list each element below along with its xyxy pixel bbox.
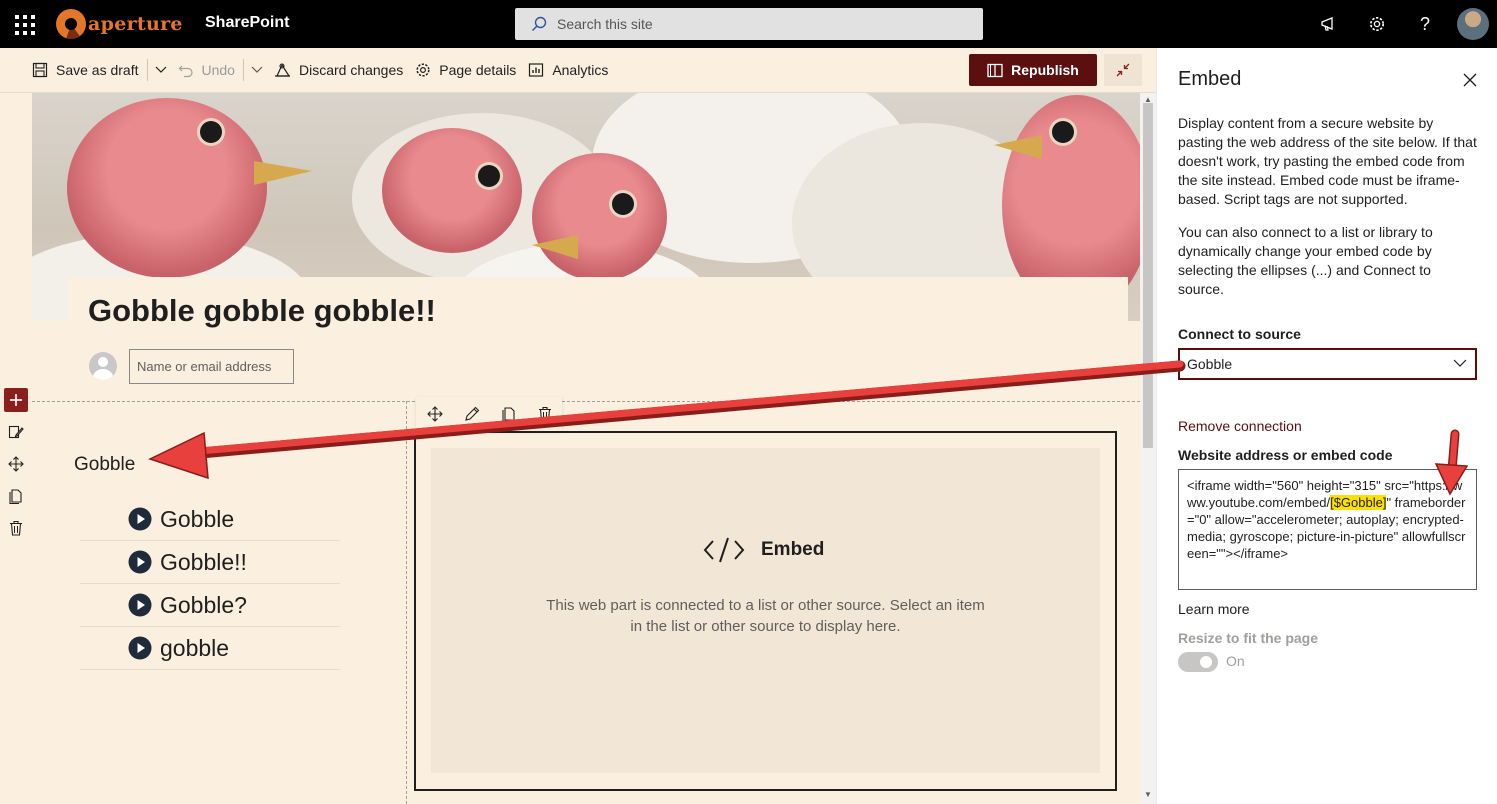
- play-icon: [128, 636, 152, 660]
- gear-icon[interactable]: [1365, 12, 1389, 36]
- copy-icon: [9, 489, 22, 504]
- list-item-label: Gobble: [160, 505, 235, 532]
- scroll-thumb[interactable]: [1143, 103, 1153, 448]
- learn-more-link[interactable]: Learn more: [1178, 601, 1250, 617]
- list-webpart-title: Gobble: [74, 454, 136, 475]
- divider: [146, 59, 148, 81]
- connect-source-value: Gobble: [1187, 356, 1233, 372]
- code-icon: [703, 537, 745, 563]
- page-details-label: Page details: [439, 62, 517, 78]
- undo-button[interactable]: Undo: [172, 54, 241, 86]
- pane-connect-help: You can also connect to a list or librar…: [1178, 224, 1433, 297]
- property-pane: Embed Display content from a secure webs…: [1156, 48, 1497, 804]
- author-name-input[interactable]: [129, 349, 294, 384]
- embed-description: This web part is connected to a list or …: [546, 597, 985, 635]
- page-title[interactable]: Gobble gobble gobble!!: [88, 293, 436, 329]
- scroll-down-icon[interactable]: ▼: [1144, 790, 1152, 799]
- search-input[interactable]: [557, 16, 957, 32]
- aperture-logo-icon: [56, 9, 86, 39]
- command-bar: Save as draft Undo Discard changes Page …: [0, 48, 1156, 93]
- play-icon: [128, 507, 152, 531]
- undo-icon: [178, 65, 193, 78]
- resize-toggle-label: Resize to fit the page: [1178, 630, 1319, 646]
- edit-section-icon: [8, 425, 24, 439]
- canvas-scrollbar[interactable]: ▲ ▼: [1140, 93, 1156, 804]
- move-section-button[interactable]: [4, 452, 28, 476]
- analytics-button[interactable]: Analytics: [522, 54, 614, 86]
- play-icon: [128, 550, 152, 574]
- play-icon: [128, 593, 152, 617]
- app-name[interactable]: SharePoint: [205, 14, 289, 32]
- add-section-button[interactable]: [4, 388, 28, 412]
- connect-source-label: Connect to source: [1178, 326, 1301, 342]
- embed-heading: Embed: [703, 536, 824, 564]
- help-icon[interactable]: ?: [1413, 12, 1437, 36]
- search-box[interactable]: [515, 8, 983, 40]
- site-logo[interactable]: aperture: [56, 8, 183, 40]
- section-divider: [32, 401, 1140, 402]
- delete-section-button[interactable]: [4, 516, 28, 540]
- undo-options-chevron-icon[interactable]: [246, 54, 268, 86]
- move-icon[interactable]: [426, 406, 443, 422]
- collapse-pane-button[interactable]: [1104, 54, 1142, 86]
- gear-icon: [416, 63, 430, 77]
- search-icon: [532, 16, 547, 31]
- list-item[interactable]: Gobble!!: [80, 541, 340, 584]
- megaphone-icon[interactable]: [1317, 12, 1341, 36]
- list-item[interactable]: Gobble: [80, 498, 340, 541]
- page-canvas: Gobble gobble gobble!! Gobble Gobble Gob…: [32, 93, 1140, 804]
- analytics-icon: [529, 63, 544, 77]
- save-as-draft-button[interactable]: Save as draft: [26, 54, 145, 86]
- trash-icon: [10, 520, 22, 536]
- list-item-label: Gobble?: [160, 591, 247, 618]
- collapse-icon: [1116, 63, 1130, 77]
- discard-changes-button[interactable]: Discard changes: [268, 54, 409, 86]
- save-options-chevron-icon[interactable]: [150, 54, 172, 86]
- pane-title: Embed: [1178, 68, 1242, 90]
- pencil-icon[interactable]: [464, 406, 480, 422]
- list-item[interactable]: gobble: [80, 627, 340, 670]
- author-avatar-icon: [89, 352, 117, 380]
- move-icon: [8, 456, 24, 472]
- section-toolbar: [0, 93, 32, 804]
- edit-section-button[interactable]: [4, 420, 28, 444]
- chevron-down-icon: [1453, 359, 1467, 367]
- connect-source-dropdown[interactable]: Gobble: [1178, 348, 1477, 380]
- plus-icon: [10, 394, 22, 406]
- embed-placeholder: Embed This web part is connected to a li…: [431, 448, 1100, 773]
- discard-icon: [274, 63, 291, 77]
- save-as-draft-label: Save as draft: [56, 62, 139, 78]
- discard-changes-label: Discard changes: [298, 62, 404, 78]
- embed-heading-label: Embed: [761, 539, 825, 560]
- remove-connection-link[interactable]: Remove connection: [1178, 418, 1302, 434]
- save-icon: [32, 62, 48, 78]
- webpart-toolbar: [416, 397, 562, 431]
- suite-bar: aperture SharePoint ?: [0, 0, 1497, 48]
- republish-button[interactable]: Republish: [969, 54, 1097, 86]
- resize-toggle[interactable]: [1178, 652, 1218, 672]
- embed-code-label: Website address or embed code: [1178, 447, 1393, 463]
- analytics-label: Analytics: [552, 62, 609, 78]
- republish-label: Republish: [1011, 62, 1079, 78]
- app-launcher-icon[interactable]: [12, 12, 36, 36]
- page-details-button[interactable]: Page details: [409, 54, 522, 86]
- book-icon: [987, 63, 1003, 77]
- list-item[interactable]: Gobble?: [80, 584, 340, 627]
- duplicate-section-button[interactable]: [4, 484, 28, 508]
- list-item-label: gobble: [160, 634, 230, 661]
- list-item-label: Gobble!!: [160, 548, 247, 575]
- undo-label: Undo: [201, 62, 235, 78]
- column-divider: [406, 401, 407, 804]
- pane-description: Display content from a secure website by…: [1178, 115, 1477, 207]
- embed-code-token: [$Gobble]: [1330, 495, 1387, 510]
- close-icon[interactable]: [1460, 70, 1480, 90]
- user-avatar[interactable]: [1457, 8, 1489, 40]
- embed-code-textarea[interactable]: <iframe width="560" height="315" src="ht…: [1178, 469, 1477, 590]
- logo-text: aperture: [88, 13, 183, 35]
- gobble-list: Gobble Gobble!! Gobble? gobble: [80, 498, 340, 670]
- divider: [242, 59, 244, 81]
- copy-icon[interactable]: [501, 406, 517, 422]
- resize-toggle-state: On: [1226, 653, 1245, 669]
- trash-icon[interactable]: [538, 406, 552, 422]
